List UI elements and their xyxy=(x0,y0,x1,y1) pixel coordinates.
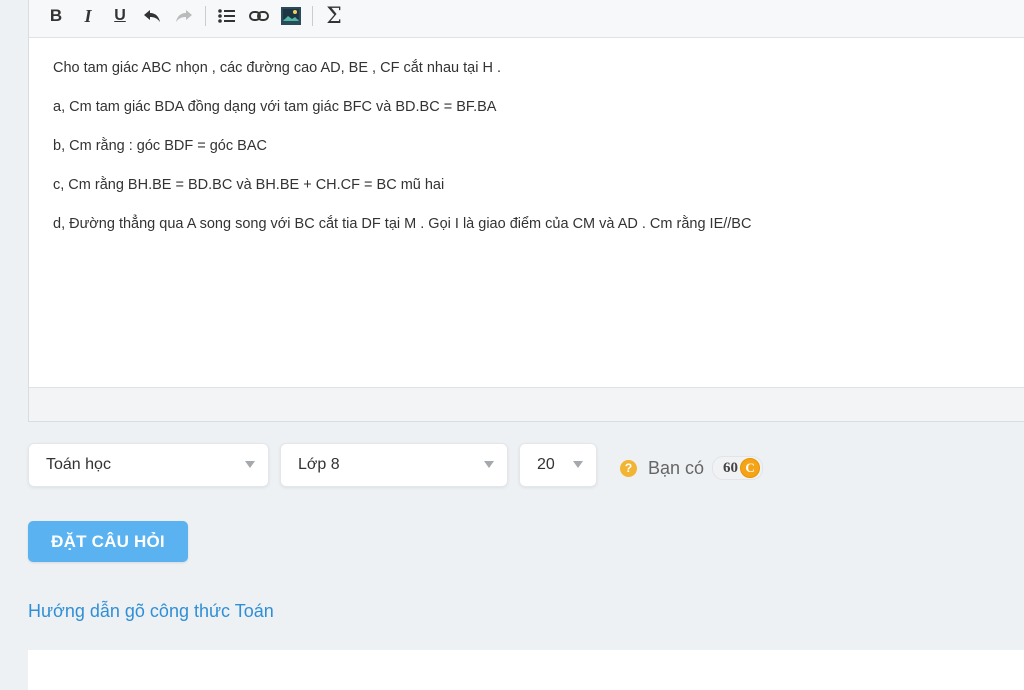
formula-button[interactable]: Σ xyxy=(323,4,345,29)
image-icon[interactable] xyxy=(280,5,302,27)
question-line: c, Cm rằng BH.BE = BD.BC và BH.BE + CH.C… xyxy=(53,177,445,193)
editor-footer xyxy=(29,387,1024,421)
help-icon[interactable]: ? xyxy=(620,459,637,477)
bold-button[interactable]: B xyxy=(45,5,67,27)
bottom-panel xyxy=(28,650,1024,690)
grade-select-value: Lớp 8 xyxy=(298,456,340,473)
ask-question-button[interactable]: ĐẶT CÂU HỎI xyxy=(28,521,188,562)
chevron-down-icon xyxy=(573,461,583,468)
math-formula-guide-link[interactable]: Hướng dẫn gõ công thức Toán xyxy=(28,601,274,622)
bullet-list-icon[interactable] xyxy=(216,5,238,27)
editor-toolbar: B I U Σ xyxy=(29,0,1024,38)
grade-select[interactable]: Lớp 8 xyxy=(280,443,508,487)
underline-button[interactable]: U xyxy=(109,5,131,27)
question-line: a, Cm tam giác BDA đồng dạng với tam giá… xyxy=(53,99,497,115)
question-line: Cho tam giác ABC nhọn , các đường cao AD… xyxy=(53,60,501,76)
chevron-down-icon xyxy=(484,461,494,468)
italic-button[interactable]: I xyxy=(77,5,99,27)
coin-icon: C xyxy=(740,458,761,478)
coin-balance-label: Bạn có xyxy=(648,457,705,478)
question-line: d, Đường thẳng qua A song song với BC cắ… xyxy=(53,216,752,232)
toolbar-divider xyxy=(205,6,206,26)
link-icon[interactable] xyxy=(248,5,270,27)
question-editor[interactable]: B I U Σ Cho tam giác ABC nhọn , các đườn… xyxy=(28,0,1024,422)
undo-icon[interactable] xyxy=(141,5,163,27)
coin-balance: ? Bạn có 60 C xyxy=(620,455,764,481)
coin-count: 60 xyxy=(723,459,739,476)
coin-count-badge: 60 C xyxy=(712,456,764,480)
subject-select[interactable]: Toán học xyxy=(28,443,269,487)
editor-content[interactable]: Cho tam giác ABC nhọn , các đường cao AD… xyxy=(53,59,1017,254)
chevron-down-icon xyxy=(245,461,255,468)
redo-icon[interactable] xyxy=(173,5,195,27)
toolbar-divider xyxy=(312,6,313,26)
question-line: b, Cm rằng : góc BDF = góc BAC xyxy=(53,138,267,154)
points-select[interactable]: 20 xyxy=(519,443,597,487)
points-select-value: 20 xyxy=(537,456,555,473)
subject-select-value: Toán học xyxy=(46,456,111,473)
